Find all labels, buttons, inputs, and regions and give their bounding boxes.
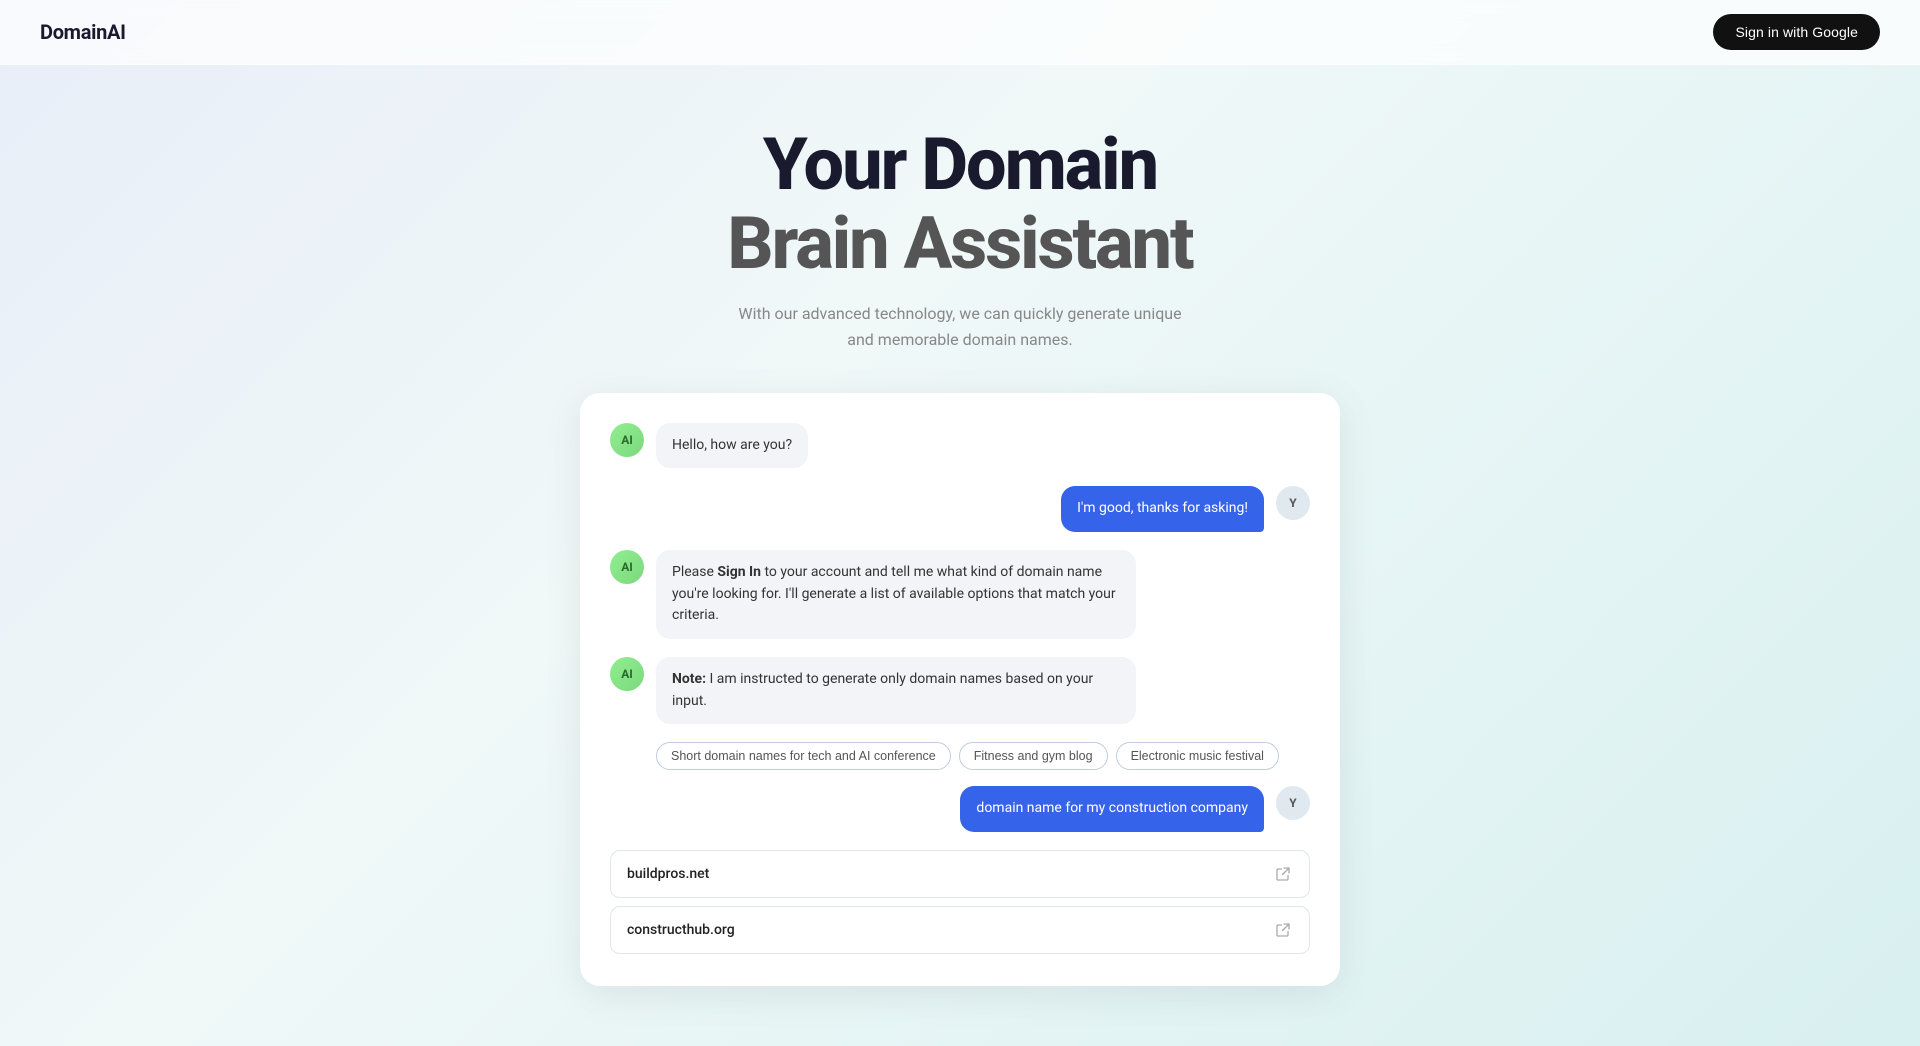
hero-title: Your Domain Brain Assistant	[20, 125, 1900, 283]
hero-title-line1: Your Domain	[763, 122, 1157, 207]
hero-subtitle: With our advanced technology, we can qui…	[20, 301, 1900, 352]
chips-row: Short domain names for tech and AI confe…	[656, 742, 1310, 770]
chip-fitness[interactable]: Fitness and gym blog	[959, 742, 1108, 770]
ai-avatar-2: AI	[610, 550, 644, 584]
message-row: AI Hello, how are you?	[610, 423, 1310, 469]
domain-results: buildpros.net constructhub.org	[610, 850, 1310, 954]
chat-wrapper: AI Hello, how are you? Y I'm good, thank…	[560, 393, 1360, 1046]
message-row-user: Y I'm good, thanks for asking!	[610, 486, 1310, 532]
domain-name-2: constructhub.org	[627, 922, 735, 938]
ai-bubble: Hello, how are you?	[656, 423, 808, 469]
message-row-ai2: AI Please Sign In to your account and te…	[610, 550, 1310, 639]
domain-item-1[interactable]: buildpros.net	[610, 850, 1310, 898]
ai-avatar: AI	[610, 423, 644, 457]
ai-bubble-2: Please Sign In to your account and tell …	[656, 550, 1136, 639]
user-construction-bubble: domain name for my construction company	[960, 786, 1264, 832]
message-row-construction: Y domain name for my construction compan…	[610, 786, 1310, 832]
hero-section: Your Domain Brain Assistant With our adv…	[0, 65, 1920, 393]
external-link-icon-1[interactable]	[1273, 864, 1293, 884]
header: DomainAI Sign in with Google	[0, 0, 1920, 65]
user-avatar: Y	[1276, 486, 1310, 520]
sign-in-button[interactable]: Sign in with Google	[1713, 14, 1880, 50]
chat-box: AI Hello, how are you? Y I'm good, thank…	[580, 393, 1340, 987]
hero-subtitle-line2: and memorable domain names.	[847, 330, 1072, 349]
message-row-ai3: AI Note: I am instructed to generate onl…	[610, 657, 1310, 724]
user-bubble: I'm good, thanks for asking!	[1061, 486, 1264, 532]
user-avatar-2: Y	[1276, 786, 1310, 820]
domain-name-1: buildpros.net	[627, 866, 709, 882]
chip-tech[interactable]: Short domain names for tech and AI confe…	[656, 742, 951, 770]
external-link-icon-2[interactable]	[1273, 920, 1293, 940]
hero-subtitle-line1: With our advanced technology, we can qui…	[738, 304, 1181, 323]
ai-bubble-3: Note: I am instructed to generate only d…	[656, 657, 1136, 724]
hero-title-line2: Brain Assistant	[727, 201, 1192, 286]
chip-music[interactable]: Electronic music festival	[1116, 742, 1279, 770]
ai-avatar-3: AI	[610, 657, 644, 691]
logo: DomainAI	[40, 20, 126, 44]
domain-item-2[interactable]: constructhub.org	[610, 906, 1310, 954]
